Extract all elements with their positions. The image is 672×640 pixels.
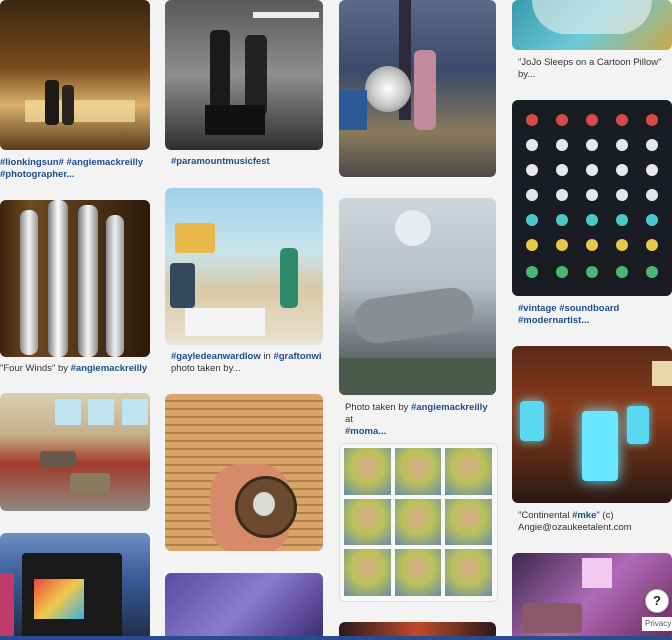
caption-text: "Continental [518, 510, 573, 521]
caption-text: Angie@ozaukeetalent.com [518, 522, 632, 533]
hashtag[interactable]: #vintage [518, 303, 557, 314]
photo-portrait-grid[interactable] [339, 443, 498, 602]
caption-four-winds: "Four Winds" by #angiemackreilly [0, 363, 150, 375]
photo-lion-king-stage[interactable] [0, 0, 150, 150]
hashtag[interactable]: #angiemackreilly [67, 157, 144, 168]
caption-text: at [345, 414, 353, 425]
photo-purple-fabric[interactable] [165, 573, 323, 640]
photo-continental-tables[interactable] [512, 346, 672, 503]
caption-continental: "Continental #mke" (c) Angie@ozaukeetale… [518, 510, 670, 534]
hashtag[interactable]: #graftonwi [273, 351, 321, 362]
photo-grafton-street[interactable] [165, 188, 323, 345]
privacy-link[interactable]: Privacy [642, 617, 672, 631]
caption-moma: Photo taken by #angiemackreilly at #moma… [345, 402, 495, 438]
photo-vintage-room[interactable] [0, 393, 150, 511]
knob-grid [526, 114, 658, 278]
caption-lion-king: #lionkingsun# #angiemackreilly #photogra… [0, 157, 150, 181]
caption-text: by... [518, 69, 536, 80]
caption-music-fest: #paramountmusicfest [171, 156, 321, 168]
hashtag[interactable]: #gayledeanwardlow [171, 351, 261, 362]
hashtag[interactable]: #moma... [345, 426, 386, 437]
caption-text: photo taken by... [171, 363, 241, 374]
caption-text: " (c) [596, 510, 614, 521]
photo-soundboard[interactable] [512, 100, 672, 296]
hashtag[interactable]: #paramountmusicfest [171, 156, 270, 167]
caption-text: "Four Winds" by [0, 363, 71, 374]
hashtag[interactable]: #angiemackreilly [71, 363, 148, 374]
help-button[interactable]: ? [645, 589, 669, 613]
caption-text: in [260, 351, 274, 362]
caption-text: "JoJo Sleeps on a Cartoon Pillow" [518, 57, 662, 68]
photo-pinball[interactable] [0, 533, 150, 640]
soundboard-knobs [526, 114, 658, 278]
photo-music-fest-band[interactable] [165, 0, 323, 150]
caption-grafton: #gayledeanwardlow in #graftonwi photo ta… [171, 351, 323, 375]
hashtag[interactable]: #photographer... [0, 169, 74, 180]
caption-soundboard: #vintage #soundboard #modernartist... [518, 303, 670, 327]
hashtag[interactable]: #angiemackreilly [411, 402, 488, 413]
hashtag[interactable]: #soundboard [559, 303, 619, 314]
hashtag[interactable]: #lionkingsun# [0, 157, 64, 168]
photo-cartoon-pillow[interactable] [512, 0, 672, 50]
photo-disco-ball[interactable] [339, 0, 496, 177]
bottom-bar [0, 636, 672, 640]
photo-organ-pipes[interactable] [0, 200, 150, 357]
hashtag[interactable]: #mke [572, 510, 596, 521]
hashtag[interactable]: #modernartist... [518, 315, 589, 326]
photo-sculpture[interactable] [339, 198, 496, 395]
caption-jojo: "JoJo Sleeps on a Cartoon Pillow" by... [518, 57, 670, 81]
photo-ring-sheet-music[interactable] [165, 394, 323, 551]
caption-text: Photo taken by [345, 402, 412, 413]
